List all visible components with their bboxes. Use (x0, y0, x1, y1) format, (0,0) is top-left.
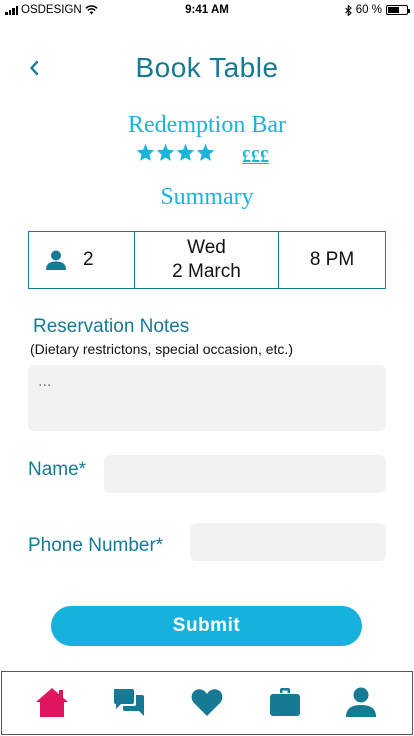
tab-home[interactable] (32, 682, 72, 722)
date-cell[interactable]: Wed 2 March (135, 232, 279, 288)
briefcase-icon (270, 688, 300, 716)
price-level[interactable]: £££ (242, 146, 269, 167)
reservation-notes-input[interactable] (28, 365, 386, 431)
tab-bar (1, 671, 413, 735)
heart-icon (191, 689, 223, 716)
bluetooth-icon (344, 4, 352, 16)
star-icon (136, 143, 155, 161)
star-icon (176, 143, 195, 161)
guest-count: 2 (83, 249, 94, 270)
booking-summary: 2 Wed 2 March 8 PM (28, 231, 386, 289)
booking-date: 2 March (172, 261, 241, 282)
notes-hint: (Dietary restrictons, special occasion, … (30, 341, 293, 357)
status-bar: OSDESIGN 9:41 AM 60 % (0, 0, 414, 22)
home-icon (36, 688, 68, 717)
person-icon (346, 687, 376, 717)
time-cell[interactable]: 8 PM (279, 232, 385, 288)
battery-icon (386, 5, 410, 15)
tab-bookings[interactable] (265, 682, 305, 722)
status-right: 60 % (344, 4, 410, 16)
star-icon (196, 143, 215, 161)
person-icon (46, 250, 66, 270)
summary-heading: Summary (160, 184, 254, 210)
rating-stars (136, 143, 215, 162)
battery-percent: 60 % (355, 4, 382, 16)
venue-name: Redemption Bar (128, 112, 286, 138)
name-input[interactable] (104, 455, 386, 493)
chat-icon (114, 689, 144, 716)
booking-day: Wed (187, 237, 226, 258)
page-title: Book Table (135, 52, 279, 83)
name-label: Name* (28, 459, 87, 480)
tab-profile[interactable] (341, 682, 381, 722)
phone-input[interactable] (190, 523, 386, 561)
tab-favorites[interactable] (187, 682, 227, 722)
tab-messages[interactable] (109, 682, 149, 722)
booking-time: 8 PM (309, 249, 355, 270)
phone-label: Phone Number* (28, 535, 164, 556)
submit-button[interactable]: Submit (51, 606, 362, 646)
notes-label: Reservation Notes (33, 316, 190, 337)
star-icon (156, 143, 175, 161)
guest-count-cell[interactable]: 2 (29, 232, 135, 288)
